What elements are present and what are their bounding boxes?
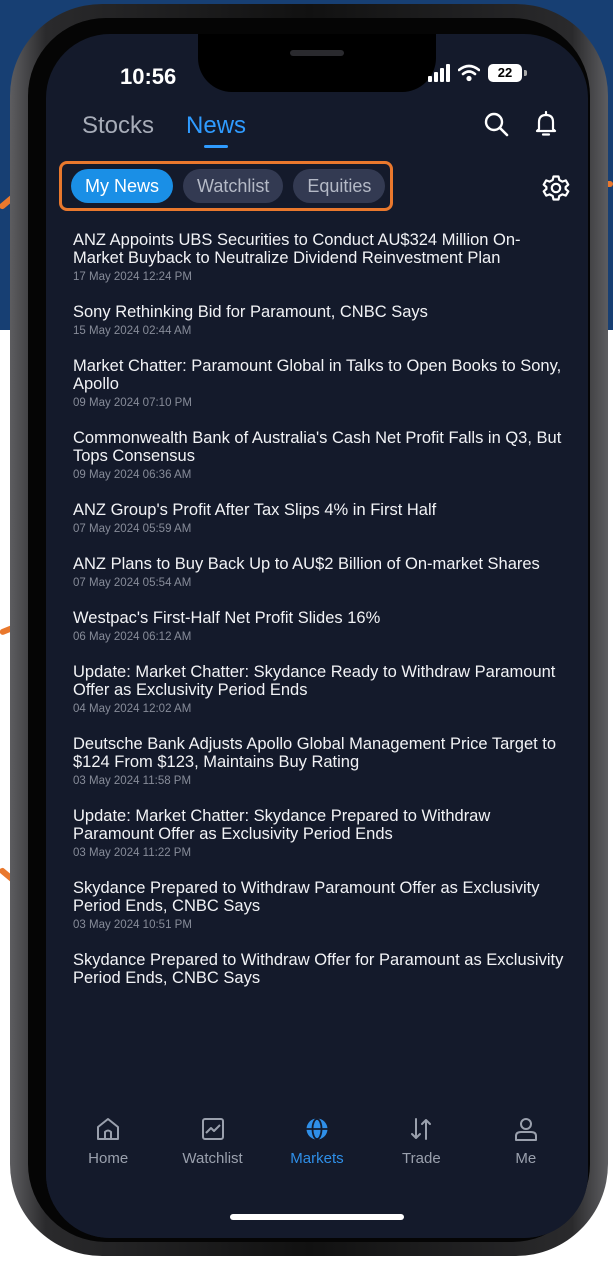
nav-label: Home (88, 1150, 129, 1167)
globe-icon (306, 1118, 328, 1140)
chip-my-news[interactable]: My News (71, 169, 174, 203)
news-timestamp: 04 May 2024 12:02 AM (73, 703, 192, 715)
news-item[interactable]: Update: Market Chatter: Skydance Prepare… (46, 803, 588, 859)
notch (198, 34, 436, 92)
news-headline: Deutsche Bank Adjusts Apollo Global Mana… (73, 735, 557, 771)
nav-label: Trade (402, 1150, 441, 1167)
news-timestamp: 03 May 2024 10:51 PM (73, 919, 192, 931)
battery-indicator: 22 (488, 64, 527, 82)
header-actions (482, 110, 560, 138)
news-item[interactable]: ANZ Appoints UBS Securities to Conduct A… (46, 227, 588, 283)
news-headline: Sony Rethinking Bid for Paramount, CNBC … (73, 303, 428, 321)
news-headline: Westpac's First-Half Net Profit Slides 1… (73, 609, 381, 627)
nav-home[interactable]: Home (63, 1106, 153, 1238)
news-item[interactable]: Update: Market Chatter: Skydance Ready t… (46, 659, 588, 715)
home-indicator[interactable] (230, 1214, 404, 1220)
news-headline: Commonwealth Bank of Australia's Cash Ne… (73, 429, 562, 465)
news-item[interactable]: Skydance Prepared to Withdraw Offer for … (46, 947, 588, 987)
chip-watchlist[interactable]: Watchlist (183, 169, 284, 203)
news-headline: Skydance Prepared to Withdraw Paramount … (73, 879, 540, 915)
news-item[interactable]: Deutsche Bank Adjusts Apollo Global Mana… (46, 731, 588, 787)
news-headline: Update: Market Chatter: Skydance Prepare… (73, 807, 491, 843)
chart-icon (201, 1118, 224, 1140)
top-tabs: Stocks News (82, 112, 246, 140)
signal-icon (428, 64, 450, 82)
status-icons: 22 (428, 64, 527, 82)
gear-icon[interactable] (542, 174, 570, 202)
news-timestamp: 07 May 2024 05:54 AM (73, 577, 192, 589)
news-item[interactable]: Westpac's First-Half Net Profit Slides 1… (46, 605, 588, 643)
news-item[interactable]: Sony Rethinking Bid for Paramount, CNBC … (46, 299, 588, 337)
news-item[interactable]: ANZ Group's Profit After Tax Slips 4% in… (46, 497, 588, 535)
news-timestamp: 09 May 2024 07:10 PM (73, 397, 192, 409)
wifi-icon (458, 64, 480, 82)
news-timestamp: 09 May 2024 06:36 AM (73, 469, 192, 481)
news-headline: ANZ Plans to Buy Back Up to AU$2 Billion… (73, 555, 540, 573)
bell-icon[interactable] (532, 110, 560, 138)
news-list: ANZ Appoints UBS Securities to Conduct A… (46, 227, 588, 1107)
nav-me[interactable]: Me (481, 1106, 571, 1238)
news-headline: Update: Market Chatter: Skydance Ready t… (73, 663, 556, 699)
nav-label: Markets (290, 1150, 344, 1167)
speaker-grille (290, 50, 344, 56)
nav-label: Watchlist (182, 1150, 243, 1167)
person-icon (514, 1118, 537, 1141)
news-timestamp: 03 May 2024 11:58 PM (73, 775, 192, 787)
tab-news[interactable]: News (186, 112, 246, 140)
swap-arrows-icon (411, 1118, 432, 1140)
news-headline: ANZ Group's Profit After Tax Slips 4% in… (73, 501, 437, 519)
nav-label: Me (515, 1150, 537, 1167)
news-item[interactable]: Commonwealth Bank of Australia's Cash Ne… (46, 425, 588, 481)
news-timestamp: 17 May 2024 12:24 PM (73, 271, 192, 283)
phone-frame: 10:56 22 Stocks News My News Watchlist E… (10, 4, 608, 1256)
news-item[interactable]: ANZ Plans to Buy Back Up to AU$2 Billion… (46, 551, 588, 589)
app-screen: 10:56 22 Stocks News My News Watchlist E… (46, 34, 588, 1238)
news-timestamp: 07 May 2024 05:59 AM (73, 523, 192, 535)
news-item[interactable]: Skydance Prepared to Withdraw Paramount … (46, 875, 588, 931)
chip-equities[interactable]: Equities (293, 169, 386, 203)
news-headline: Market Chatter: Paramount Global in Talk… (73, 357, 562, 393)
status-time: 10:56 (120, 64, 177, 89)
home-icon (97, 1118, 120, 1140)
news-headline: Skydance Prepared to Withdraw Offer for … (73, 951, 564, 987)
news-timestamp: 15 May 2024 02:44 AM (73, 325, 192, 337)
news-headline: ANZ Appoints UBS Securities to Conduct A… (73, 231, 521, 267)
news-item[interactable]: Market Chatter: Paramount Global in Talk… (46, 353, 588, 409)
news-filter-chips: My News Watchlist Equities (71, 169, 386, 203)
search-icon[interactable] (482, 110, 510, 138)
news-timestamp: 03 May 2024 11:22 PM (73, 847, 192, 859)
tab-stocks[interactable]: Stocks (82, 112, 154, 140)
news-timestamp: 06 May 2024 06:12 AM (73, 631, 192, 643)
